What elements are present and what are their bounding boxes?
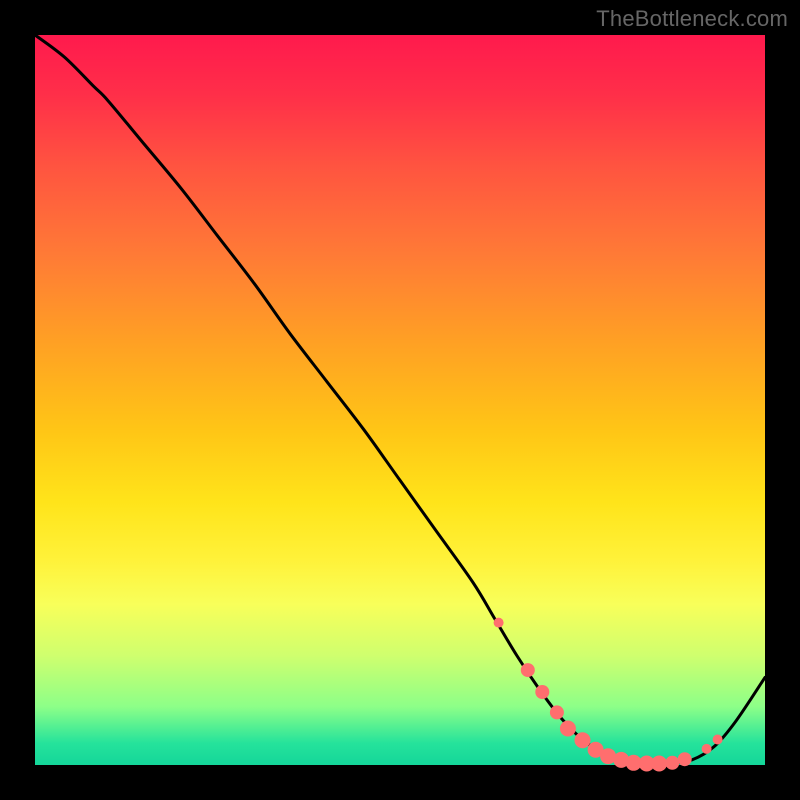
marker-dot xyxy=(521,663,535,677)
watermark-label: TheBottleneck.com xyxy=(596,6,788,32)
plot-area xyxy=(35,35,765,765)
chart-stage: TheBottleneck.com xyxy=(0,0,800,800)
highlight-markers xyxy=(494,618,723,772)
plot-overlay xyxy=(35,35,765,765)
marker-dot xyxy=(665,756,679,770)
marker-dot xyxy=(535,685,549,699)
marker-dot xyxy=(560,721,576,737)
marker-dot xyxy=(702,744,712,754)
marker-dot xyxy=(550,705,564,719)
marker-dot xyxy=(575,732,591,748)
marker-dot xyxy=(494,618,504,628)
marker-dot xyxy=(651,756,667,772)
marker-dot xyxy=(713,735,723,745)
bottleneck-curve xyxy=(35,35,765,764)
marker-dot xyxy=(678,752,692,766)
